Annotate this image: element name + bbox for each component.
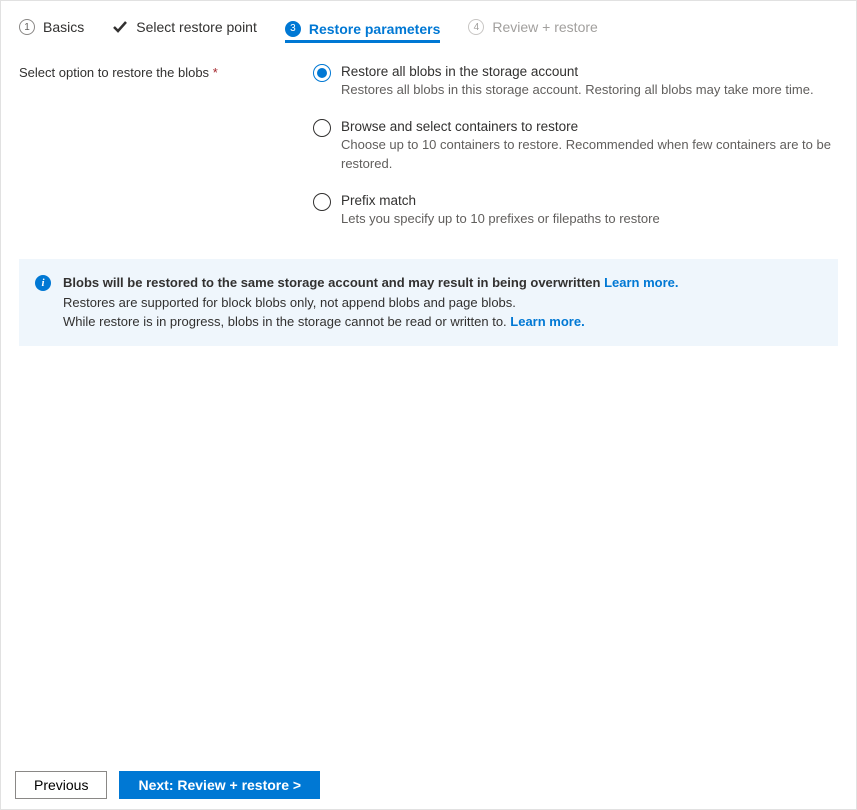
- tab-review-restore[interactable]: 4 Review + restore: [468, 19, 597, 41]
- radio-description: Choose up to 10 containers to restore. R…: [341, 136, 838, 174]
- step-number-icon: 3: [285, 21, 301, 37]
- previous-button[interactable]: Previous: [15, 771, 107, 799]
- info-banner: i Blobs will be restored to the same sto…: [19, 259, 838, 346]
- tab-label: Restore parameters: [309, 21, 441, 37]
- step-number-icon: 1: [19, 19, 35, 35]
- step-number-icon: 4: [468, 19, 484, 35]
- radio-label: Restore all blobs in the storage account: [341, 63, 814, 81]
- tab-label: Select restore point: [136, 19, 257, 35]
- footer: Previous Next: Review + restore >: [1, 761, 856, 809]
- radio-label: Browse and select containers to restore: [341, 118, 838, 136]
- info-icon: i: [35, 275, 51, 291]
- tab-select-restore-point[interactable]: Select restore point: [112, 19, 257, 41]
- learn-more-link[interactable]: Learn more.: [510, 314, 584, 329]
- info-line: While restore is in progress, blobs in t…: [63, 314, 510, 329]
- radio-restore-all-blobs[interactable]: [313, 64, 331, 82]
- checkmark-icon: [112, 19, 128, 35]
- radio-description: Lets you specify up to 10 prefixes or fi…: [341, 210, 660, 229]
- next-button[interactable]: Next: Review + restore >: [119, 771, 320, 799]
- radio-description: Restores all blobs in this storage accou…: [341, 81, 814, 100]
- radio-label: Prefix match: [341, 192, 660, 210]
- required-indicator: *: [213, 65, 218, 80]
- restore-option-label: Select option to restore the blobs *: [19, 63, 289, 80]
- tab-basics[interactable]: 1 Basics: [19, 19, 84, 41]
- tab-label: Basics: [43, 19, 84, 35]
- tab-label: Review + restore: [492, 19, 597, 35]
- tab-restore-parameters[interactable]: 3 Restore parameters: [285, 21, 441, 43]
- info-line: Restores are supported for block blobs o…: [63, 293, 679, 313]
- wizard-tabs: 1 Basics Select restore point 3 Restore …: [19, 19, 838, 41]
- radio-browse-containers[interactable]: [313, 119, 331, 137]
- info-headline: Blobs will be restored to the same stora…: [63, 275, 600, 290]
- radio-prefix-match[interactable]: [313, 193, 331, 211]
- learn-more-link[interactable]: Learn more.: [604, 275, 678, 290]
